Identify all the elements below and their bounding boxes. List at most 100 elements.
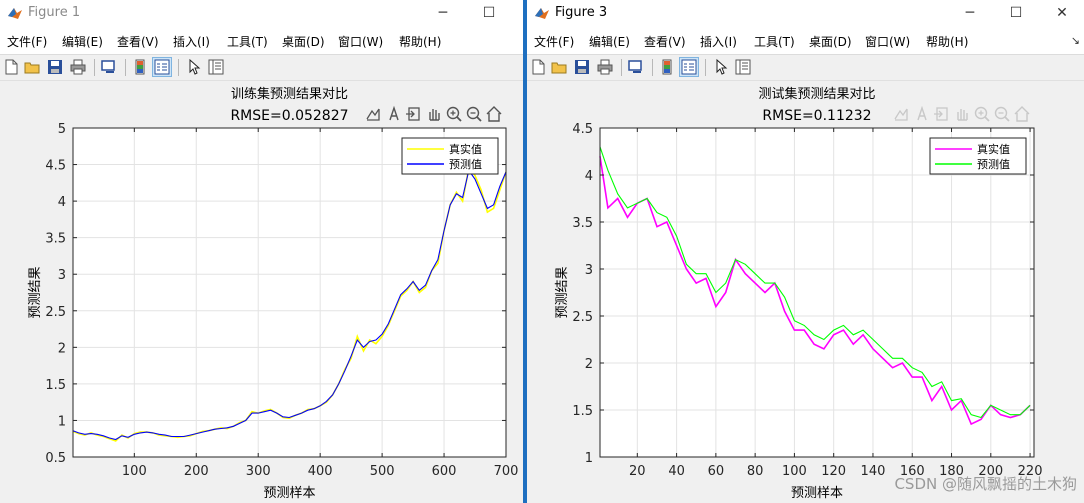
y-tick-label: 3 bbox=[58, 268, 66, 283]
y-tick-label: 4.5 bbox=[45, 159, 66, 174]
y-tick-label: 4.5 bbox=[572, 122, 593, 137]
brush-icon[interactable] bbox=[389, 105, 399, 121]
x-tick-label: 500 bbox=[370, 464, 395, 479]
y-tick-label: 1.5 bbox=[45, 378, 66, 393]
y-axis-label: 预测结果 bbox=[555, 266, 570, 318]
export-icon[interactable] bbox=[406, 107, 420, 121]
chart-title: 测试集预测结果对比 bbox=[758, 86, 875, 102]
home-icon[interactable] bbox=[1014, 106, 1030, 122]
insert-legend-icon[interactable] bbox=[679, 57, 699, 77]
save-icon[interactable] bbox=[46, 58, 64, 76]
y-tick-label: 4 bbox=[585, 169, 593, 184]
x-tick-label: 80 bbox=[747, 464, 764, 479]
x-tick-label: 400 bbox=[308, 464, 333, 479]
y-tick-label: 1.5 bbox=[572, 404, 593, 419]
y-tick-label: 1 bbox=[585, 451, 593, 466]
x-tick-label: 60 bbox=[708, 464, 725, 479]
link-plot-icon[interactable] bbox=[100, 58, 118, 76]
menu-edit[interactable]: 编辑(E) bbox=[62, 33, 103, 50]
data-tips-icon[interactable] bbox=[894, 108, 908, 121]
maximize-button[interactable]: ☐ bbox=[466, 0, 512, 28]
axes-background bbox=[600, 128, 1034, 457]
menu-desktop[interactable]: 桌面(D) bbox=[282, 33, 325, 50]
legend[interactable]: 真实值预测值 bbox=[929, 137, 1027, 175]
menu-help[interactable]: 帮助(H) bbox=[399, 33, 441, 50]
axes-background bbox=[73, 128, 506, 457]
close-button[interactable]: ✕ bbox=[1039, 0, 1084, 28]
toolbar-separator bbox=[178, 59, 179, 76]
y-axis-label: 预测结果 bbox=[28, 266, 43, 318]
matlab-icon bbox=[8, 8, 22, 19]
window-title: Figure 1 bbox=[28, 5, 81, 20]
x-tick-label: 40 bbox=[668, 464, 685, 479]
insert-legend-icon[interactable] bbox=[152, 57, 172, 77]
icon-shape bbox=[984, 116, 990, 122]
title-bar[interactable]: Figure 3 ─ ☐ ✕ bbox=[527, 0, 1084, 28]
icon-shape bbox=[934, 110, 943, 118]
menu-desktop[interactable]: 桌面(D) bbox=[809, 33, 852, 50]
menu-view[interactable]: 查看(V) bbox=[644, 33, 686, 50]
zoom-in-icon[interactable] bbox=[974, 106, 990, 122]
toolbar-separator bbox=[621, 59, 622, 76]
link-plot-icon[interactable] bbox=[627, 58, 645, 76]
menu-tools[interactable]: 工具(T) bbox=[227, 33, 268, 50]
home-icon[interactable] bbox=[486, 106, 502, 122]
menu-file[interactable]: 文件(F) bbox=[7, 33, 47, 50]
print-icon[interactable] bbox=[69, 58, 87, 76]
zoom-out-icon[interactable] bbox=[994, 106, 1010, 122]
property-inspector-icon[interactable] bbox=[734, 58, 752, 76]
menu-window[interactable]: 窗口(W) bbox=[338, 33, 383, 50]
menu-insert[interactable]: 插入(I) bbox=[700, 33, 737, 50]
brush-icon[interactable] bbox=[917, 105, 927, 121]
pan-icon[interactable] bbox=[429, 109, 440, 121]
toolbar-separator bbox=[705, 59, 706, 76]
figure-window-3: Figure 3 ─ ☐ ✕ 文件(F) 编辑(E) 查看(V) 插入(I) 工… bbox=[527, 0, 1084, 503]
save-icon[interactable] bbox=[573, 58, 591, 76]
x-tick-label: 200 bbox=[184, 464, 209, 479]
dock-arrow-icon[interactable]: ↘ bbox=[1071, 34, 1080, 47]
menu-edit[interactable]: 编辑(E) bbox=[589, 33, 630, 50]
menu-insert[interactable]: 插入(I) bbox=[173, 33, 210, 50]
zoom-out-icon[interactable] bbox=[466, 106, 482, 122]
minimize-button[interactable]: ─ bbox=[947, 0, 993, 28]
menu-window[interactable]: 窗口(W) bbox=[865, 33, 910, 50]
y-tick-label: 5 bbox=[58, 122, 66, 137]
x-tick-label: 300 bbox=[246, 464, 271, 479]
maximize-button[interactable]: ☐ bbox=[993, 0, 1039, 28]
plot-area[interactable]: 100 200 300 400 500 600 700 0.5 1 1.5 2 2.5 3 3.5 4 4.5… bbox=[0, 81, 523, 503]
new-figure-icon[interactable] bbox=[529, 58, 547, 76]
insert-colorbar-icon[interactable] bbox=[658, 58, 676, 76]
data-tips-icon[interactable] bbox=[366, 108, 380, 121]
property-inspector-icon[interactable] bbox=[207, 58, 225, 76]
menu-help[interactable]: 帮助(H) bbox=[926, 33, 968, 50]
pointer-icon[interactable] bbox=[712, 58, 730, 76]
open-file-icon[interactable] bbox=[550, 58, 568, 76]
title-bar[interactable]: Figure 1 ─ ☐ bbox=[0, 0, 523, 28]
icon-shape bbox=[456, 116, 462, 122]
insert-colorbar-icon[interactable] bbox=[131, 58, 149, 76]
zoom-in-icon[interactable] bbox=[446, 106, 462, 122]
y-tick-label: 4 bbox=[58, 195, 66, 210]
plot-area[interactable]: 20 40 60 80 100 120 140 160 180 200 22011.522.533.… bbox=[527, 81, 1084, 503]
icon-shape bbox=[406, 110, 415, 118]
menu-tools[interactable]: 工具(T) bbox=[754, 33, 795, 50]
pointer-icon[interactable] bbox=[185, 58, 203, 76]
export-icon[interactable] bbox=[934, 107, 948, 121]
legend[interactable]: 真实值预测值 bbox=[401, 137, 499, 175]
pan-icon[interactable] bbox=[957, 109, 968, 121]
y-tick-label: 2.5 bbox=[572, 310, 593, 325]
open-file-icon[interactable] bbox=[23, 58, 41, 76]
x-tick-label: 140 bbox=[861, 464, 886, 479]
y-tick-label: 1 bbox=[58, 414, 66, 429]
new-figure-icon[interactable] bbox=[2, 58, 20, 76]
menu-file[interactable]: 文件(F) bbox=[534, 33, 574, 50]
watermark: CSDN @随风飘摇的土木狗 bbox=[894, 475, 1077, 493]
x-tick-label: 20 bbox=[629, 464, 646, 479]
chart-subtitle: RMSE=0.052827 bbox=[230, 108, 348, 124]
print-icon[interactable] bbox=[596, 58, 614, 76]
menu-view[interactable]: 查看(V) bbox=[117, 33, 159, 50]
minimize-button[interactable]: ─ bbox=[420, 0, 466, 28]
y-tick-label: 3.5 bbox=[572, 216, 593, 231]
x-axis-label: 预测样本 bbox=[263, 486, 315, 501]
toolbar-separator bbox=[652, 59, 653, 76]
